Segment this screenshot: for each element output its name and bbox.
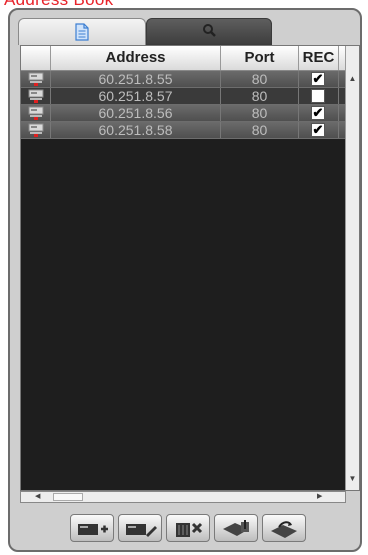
rec-cell: ✔ [299, 105, 339, 121]
rec-cell [299, 88, 339, 104]
import-button[interactable] [214, 514, 258, 542]
row-icon-cell [21, 122, 51, 138]
port-cell: 80 [221, 105, 299, 121]
tab-address-list[interactable] [18, 18, 146, 45]
export-button[interactable] [262, 514, 306, 542]
scroll-thumb[interactable] [53, 493, 83, 501]
rec-checkbox[interactable] [311, 89, 325, 103]
row-icon-cell [21, 88, 51, 104]
export-icon [271, 521, 297, 538]
port-cell: 80 [221, 122, 299, 138]
tab-search[interactable] [146, 18, 272, 45]
add-device-button[interactable] [70, 514, 114, 542]
address-cell: 60.251.8.57 [51, 88, 221, 104]
scroll-down-arrow-icon[interactable]: ▼ [346, 474, 359, 483]
scroll-left-arrow-icon[interactable]: ◀ [35, 492, 40, 502]
port-cell: 80 [221, 88, 299, 104]
rec-checkbox[interactable]: ✔ [311, 72, 325, 86]
table-row[interactable]: 60.251.8.58 80 ✔ [21, 122, 347, 139]
edit-device-button[interactable] [118, 514, 162, 542]
device-icon [28, 72, 43, 86]
horizontal-scrollbar[interactable]: ◀ ▶ [20, 491, 346, 503]
device-icon [28, 123, 43, 137]
vertical-scrollbar[interactable]: ▲ ▼ [345, 46, 359, 490]
magnifier-icon [202, 23, 216, 42]
address-cell: 60.251.8.55 [51, 71, 221, 87]
header-rec[interactable]: REC [299, 46, 339, 70]
scroll-up-arrow-icon[interactable]: ▲ [346, 74, 359, 83]
table-header: Address Port REC [21, 46, 347, 71]
device-icon [28, 106, 43, 120]
scroll-right-arrow-icon[interactable]: ▶ [317, 492, 322, 502]
rec-cell: ✔ [299, 122, 339, 138]
address-table: Address Port REC 60.251.8.55 80 ✔ 60.251.8.… [20, 45, 360, 491]
device-icon [28, 89, 43, 103]
table-row[interactable]: 60.251.8.55 80 ✔ [21, 71, 347, 88]
add-device-icon [78, 524, 108, 535]
delete-device-button[interactable] [166, 514, 210, 542]
edit-device-icon [126, 524, 157, 537]
address-cell: 60.251.8.58 [51, 122, 221, 138]
port-cell: 80 [221, 71, 299, 87]
header-address[interactable]: Address [51, 46, 221, 70]
delete-device-icon [176, 522, 203, 537]
address-cell: 60.251.8.56 [51, 105, 221, 121]
row-icon-cell [21, 105, 51, 121]
toolbar [70, 514, 310, 544]
table-row[interactable]: 60.251.8.56 80 ✔ [21, 105, 347, 122]
row-icon-cell [21, 71, 51, 87]
table-row[interactable]: 60.251.8.57 80 [21, 88, 347, 105]
import-icon [223, 520, 249, 536]
header-port[interactable]: Port [221, 46, 299, 70]
rec-checkbox[interactable]: ✔ [311, 123, 325, 137]
rec-checkbox[interactable]: ✔ [311, 106, 325, 120]
document-icon [74, 23, 90, 46]
header-icon-column [21, 46, 51, 70]
rec-cell: ✔ [299, 71, 339, 87]
